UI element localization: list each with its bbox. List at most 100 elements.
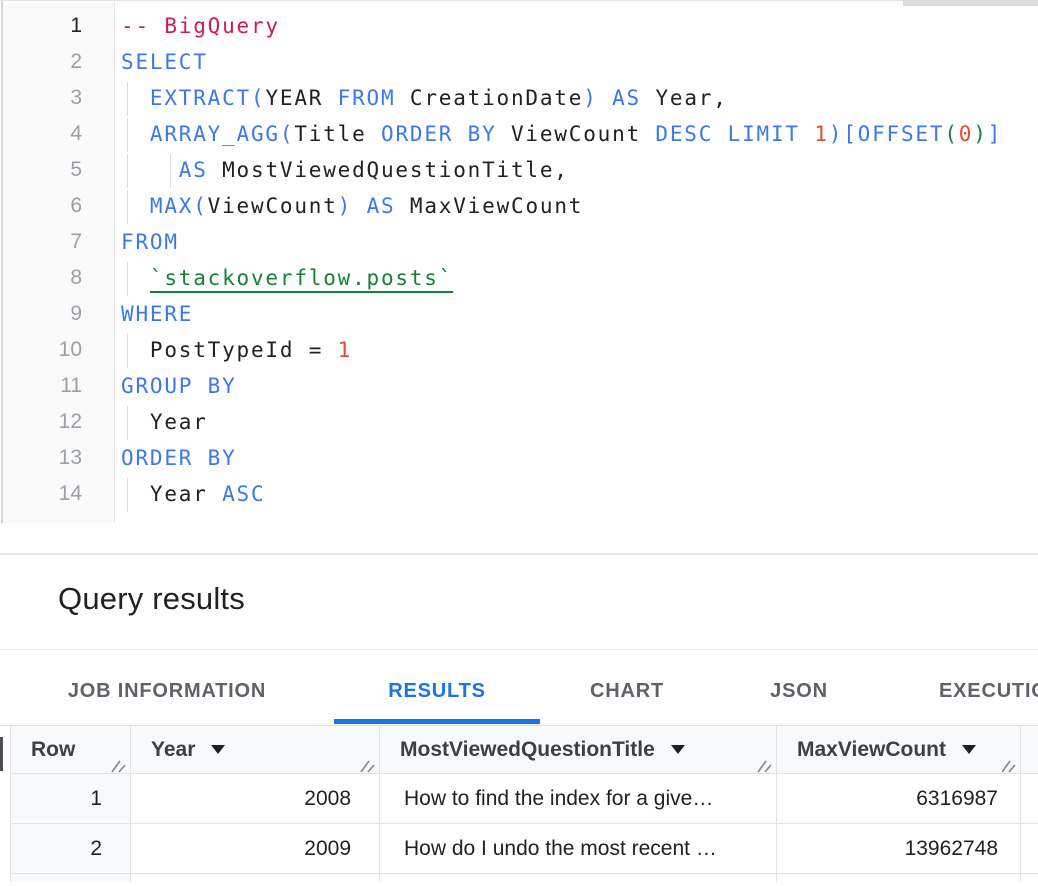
column-label: MostViewedQuestionTitle (400, 738, 655, 762)
tab-label: CHART (590, 680, 664, 703)
line-number: 13 (0, 440, 82, 476)
code-token: AS (367, 194, 396, 218)
column-header-mostviewedquestiontitle[interactable]: MostViewedQuestionTitle (379, 726, 776, 773)
code-line[interactable]: 10 PostTypeId = 1 (0, 332, 1038, 368)
code-token (800, 122, 814, 146)
tab-results[interactable]: RESULTS (334, 650, 540, 725)
row-number-cell: 1 (10, 774, 130, 823)
code-token: YEAR (265, 86, 337, 110)
code-token: Year, (641, 86, 728, 110)
table-row-partial (10, 874, 1038, 882)
code-line[interactable]: 1 -- BigQuery (0, 8, 1038, 44)
code-line[interactable]: 12 Year (0, 404, 1038, 440)
line-number: 10 (0, 332, 82, 368)
tab-job-information[interactable]: JOB INFORMATION (0, 650, 334, 725)
title-cell: How do I undo the most recent … (379, 824, 776, 873)
code-token: ) (583, 86, 597, 110)
code-line[interactable]: 14 Year ASC (0, 476, 1038, 512)
table-header-row: Row Year MostViewedQuestionTitle MaxViewCou… (10, 726, 1038, 774)
column-header-row[interactable]: Row (10, 726, 130, 773)
top-scrollbar-fragment (903, 0, 1038, 6)
code-token (121, 194, 150, 218)
indent-guide (127, 262, 128, 296)
extra-cell (1020, 774, 1038, 823)
tab-json[interactable]: JSON (714, 650, 884, 725)
line-number: 2 (0, 44, 82, 80)
cell (130, 874, 379, 882)
line-number: 4 (0, 116, 82, 152)
sql-editor[interactable]: 1 -- BigQuery 2 SELECT 3 EXTRACT(YEAR FROM C… (0, 0, 1038, 553)
code-token: EXTRACT( (150, 86, 266, 110)
code-line[interactable]: 2 SELECT (0, 44, 1038, 80)
code-line[interactable]: 13 ORDER BY (0, 440, 1038, 476)
line-number: 1 (0, 8, 82, 44)
line-number: 6 (0, 188, 82, 224)
code-token: ] (988, 122, 1002, 146)
column-menu-arrow-icon[interactable] (671, 745, 685, 754)
code-line[interactable]: 7FROM (0, 224, 1038, 260)
indent-guide (127, 190, 128, 224)
tab-chart[interactable]: CHART (540, 650, 714, 725)
code-token: ( (944, 122, 958, 146)
column-header-year[interactable]: Year (130, 726, 379, 773)
code-token: ARRAY_AGG( (150, 122, 294, 146)
code-token: -- BigQuery (121, 14, 280, 38)
cell (379, 874, 776, 882)
code-line[interactable]: 3 EXTRACT(YEAR FROM CreationDate) AS Yea… (0, 80, 1038, 116)
column-resize-handle-icon[interactable] (359, 755, 375, 769)
extra-cell (1020, 824, 1038, 873)
code-line[interactable]: 11GROUP BY (0, 368, 1038, 404)
column-resize-handle-icon[interactable] (110, 755, 126, 769)
code-token: SELECT (121, 50, 208, 74)
code-editor[interactable]: 1 -- BigQuery 2 SELECT 3 EXTRACT(YEAR FROM C… (0, 8, 1038, 512)
page-title: Query results (0, 555, 1038, 617)
code-token: CreationDate (395, 86, 583, 110)
code-line[interactable]: 4 ARRAY_AGG(Title ORDER BY ViewCount DES… (0, 116, 1038, 152)
cell (10, 874, 130, 882)
code-token (598, 86, 612, 110)
code-token: ) (338, 194, 352, 218)
code-token: ViewCount (208, 194, 338, 218)
indent-guide (127, 118, 128, 152)
code-token: Title (294, 122, 381, 146)
indent-guide (127, 334, 128, 368)
code-token: GROUP BY (121, 374, 237, 398)
column-menu-arrow-icon[interactable] (211, 745, 225, 754)
line-number: 8 (0, 260, 82, 296)
code-token: WHERE (121, 302, 193, 326)
indent-guide (127, 82, 128, 116)
code-token: PostTypeId = (121, 338, 338, 362)
max-view-count-cell: 6316987 (776, 774, 1020, 823)
column-header-maxviewcount[interactable]: MaxViewCount (776, 726, 1020, 773)
tab-execution-details[interactable]: EXECUTION DETAILS (884, 650, 1038, 725)
code-line[interactable]: 5 AS MostViewedQuestionTitle, (0, 152, 1038, 188)
scrollbar-thumb[interactable] (0, 737, 3, 771)
column-label: Row (31, 738, 75, 762)
code-token (352, 194, 366, 218)
column-label: Year (151, 738, 195, 762)
active-tab-indicator (334, 719, 540, 724)
code-token: AS (179, 158, 208, 182)
code-line[interactable]: 9WHERE (0, 296, 1038, 332)
top-divider (0, 0, 1038, 1)
cell (1020, 874, 1038, 882)
column-resize-handle-icon[interactable] (756, 755, 772, 769)
line-number: 12 (0, 404, 82, 440)
column-menu-arrow-icon[interactable] (962, 745, 976, 754)
code-line[interactable]: 8 `stackoverflow.posts` (0, 260, 1038, 296)
column-label: MaxViewCount (797, 738, 946, 762)
max-view-count-cell: 13962748 (776, 824, 1020, 873)
code-token: MAX( (150, 194, 208, 218)
code-token: ORDER BY (121, 446, 237, 470)
code-token (121, 266, 150, 290)
table-row: 22009How do I undo the most recent …1396… (10, 824, 1038, 874)
indent-guide (127, 406, 128, 440)
column-resize-handle-icon[interactable] (1000, 755, 1016, 769)
code-token: FROM (338, 86, 396, 110)
column-header-extra (1020, 726, 1038, 773)
results-tabbar: JOB INFORMATIONRESULTS CHART JSON EXECUTION… (0, 650, 1038, 726)
code-token: MostViewedQuestionTitle, (208, 158, 569, 182)
code-line[interactable]: 6 MAX(ViewCount) AS MaxViewCount (0, 188, 1038, 224)
tab-label: JSON (770, 680, 828, 703)
year-cell: 2008 (130, 774, 379, 823)
